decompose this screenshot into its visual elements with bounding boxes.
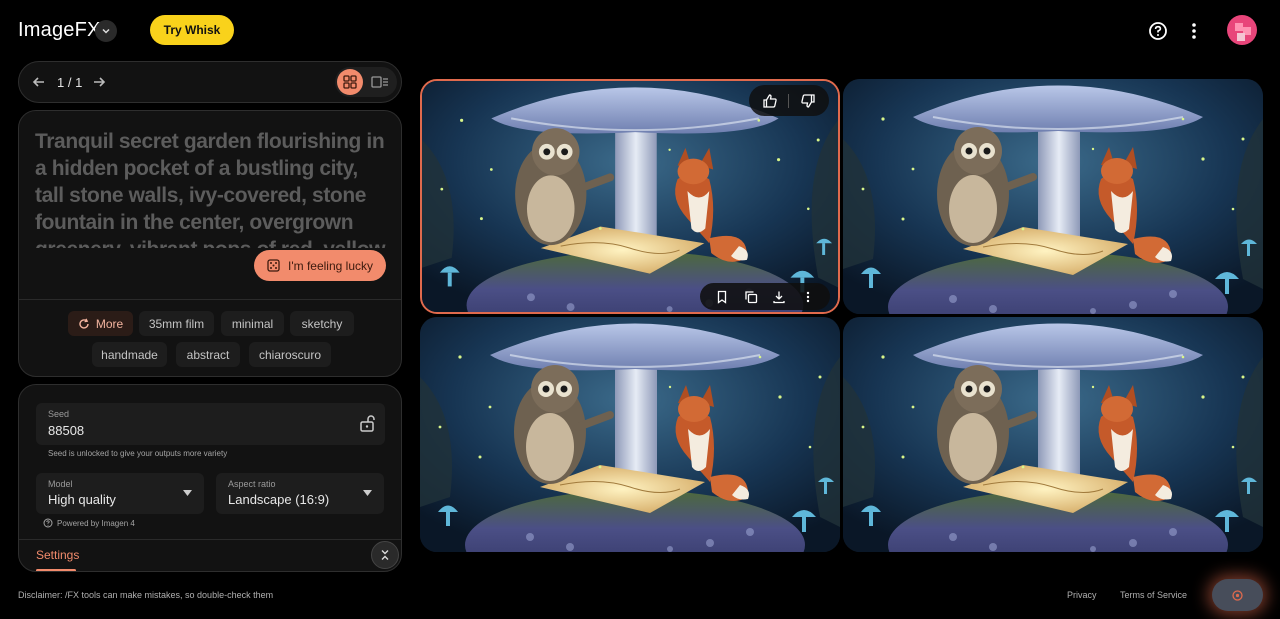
powered-by-note: Powered by Imagen 4	[43, 518, 135, 528]
disclaimer: Disclaimer: /FX tools can make mistakes,…	[18, 590, 274, 600]
terms-link[interactable]: Terms of Service	[1120, 590, 1187, 600]
dice-icon	[267, 259, 280, 272]
bookmark-icon[interactable]	[715, 290, 729, 304]
aspect-ratio-select[interactable]: Aspect ratio Landscape (16:9)	[216, 473, 384, 514]
page-count: 1 / 1	[57, 75, 83, 90]
copy-icon[interactable]	[744, 290, 758, 304]
aspect-value: Landscape (16:9)	[228, 492, 330, 507]
unlock-icon[interactable]	[358, 414, 376, 432]
arrow-right-icon[interactable]	[89, 72, 109, 92]
generated-image-1[interactable]	[420, 79, 840, 314]
settings-panel: Seed 88508 Seed is unlocked to give your…	[18, 384, 402, 572]
dropdown-caret-icon	[363, 490, 372, 496]
privacy-link[interactable]: Privacy	[1067, 590, 1097, 600]
more-vert-icon[interactable]	[801, 290, 815, 304]
aspect-label: Aspect ratio	[228, 479, 276, 489]
thumbs-up-icon[interactable]	[762, 93, 778, 109]
powered-by-label: Powered by Imagen 4	[57, 518, 135, 528]
arrow-left-icon[interactable]	[29, 72, 49, 92]
seed-label: Seed	[48, 409, 70, 419]
grid-view-button[interactable]	[337, 69, 363, 95]
view-toggle	[335, 67, 397, 97]
style-chip[interactable]: sketchy	[290, 311, 354, 336]
seed-field[interactable]: Seed 88508	[36, 403, 385, 445]
generated-image-2[interactable]	[843, 79, 1263, 314]
model-label: Model	[48, 479, 73, 489]
owl-fox-illustration	[420, 317, 840, 552]
avatar[interactable]	[1227, 15, 1257, 45]
owl-fox-illustration	[843, 79, 1263, 314]
style-chip[interactable]: 35mm film	[139, 311, 214, 336]
feedback-button[interactable]	[1212, 579, 1263, 611]
dropdown-caret-icon	[183, 490, 192, 496]
model-select[interactable]: Model High quality	[36, 473, 204, 514]
refresh-icon	[79, 318, 89, 329]
prompt-panel: Tranquil secret garden flourishing in a …	[18, 110, 402, 377]
collapse-panel-button[interactable]	[371, 541, 399, 569]
generated-image-3[interactable]	[420, 317, 840, 552]
more-vert-icon[interactable]	[1184, 20, 1204, 42]
more-chips-button[interactable]: More	[68, 311, 133, 336]
feeling-lucky-label: I'm feeling lucky	[288, 258, 373, 273]
divider	[19, 539, 401, 540]
seed-value[interactable]: 88508	[48, 423, 84, 438]
image-pager: 1 / 1	[18, 61, 402, 103]
gear-icon	[1232, 589, 1243, 601]
owl-fox-illustration	[843, 317, 1263, 552]
divider	[788, 93, 790, 108]
try-whisk-button[interactable]: Try Whisk	[150, 15, 234, 45]
generated-image-4[interactable]	[843, 317, 1263, 552]
divider	[19, 299, 401, 300]
style-chip[interactable]: chiaroscuro	[249, 342, 331, 367]
prompt-input[interactable]: Tranquil secret garden flourishing in a …	[35, 128, 387, 248]
style-chip[interactable]: minimal	[221, 311, 284, 336]
grid-icon	[343, 75, 357, 89]
help-circle-icon	[43, 518, 53, 528]
thumbs-down-icon[interactable]	[800, 93, 816, 109]
seed-hint: Seed is unlocked to give your outputs mo…	[48, 449, 228, 458]
rating-controls	[749, 85, 829, 116]
style-chip[interactable]: handmade	[92, 342, 167, 367]
style-chip[interactable]: abstract	[176, 342, 240, 367]
tab-settings[interactable]: Settings	[36, 548, 79, 562]
help-icon[interactable]	[1147, 20, 1169, 42]
feeling-lucky-button[interactable]: I'm feeling lucky	[254, 250, 386, 281]
image-actions-bar	[700, 283, 830, 310]
app-logo[interactable]: ImageFX	[18, 19, 101, 42]
more-chips-label: More	[95, 316, 124, 331]
app-switcher-dropdown[interactable]	[95, 20, 117, 42]
tab-indicator	[36, 569, 76, 571]
carousel-view-icon[interactable]	[371, 73, 389, 91]
model-value: High quality	[48, 492, 116, 507]
chevron-down-icon	[102, 28, 110, 34]
collapse-icon	[381, 550, 389, 560]
download-icon[interactable]	[772, 290, 786, 304]
